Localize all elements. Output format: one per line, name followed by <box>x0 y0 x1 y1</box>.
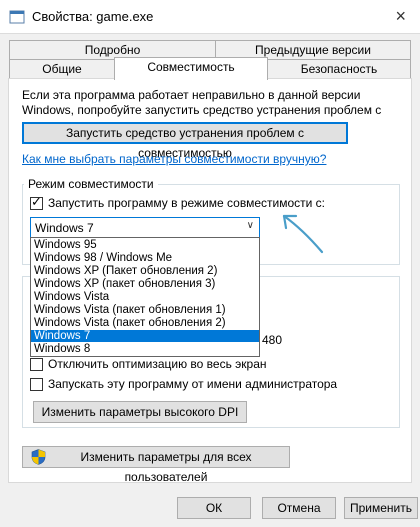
disable-fullscreen-optimization-label[interactable]: Отключить оптимизацию во весь экран <box>48 357 267 371</box>
run-as-admin-label[interactable]: Запускать эту программу от имени админис… <box>48 377 337 391</box>
compatibility-mode-checkbox[interactable]: ✓ <box>30 194 43 210</box>
apply-button[interactable]: Применить <box>344 497 418 519</box>
run-troubleshooter-button[interactable]: Запустить средство устранения проблем с … <box>22 122 348 160</box>
tab-compatibility[interactable]: Совместимость <box>114 57 268 80</box>
checkmark-icon: ✓ <box>31 194 42 209</box>
change-settings-all-users-button[interactable]: Изменить параметры для всех пользователе… <box>22 446 290 484</box>
ok-button[interactable]: ОК <box>177 497 251 519</box>
os-option[interactable]: Windows Vista (пакет обновления 2) <box>31 317 259 329</box>
os-version-dropdown-list[interactable]: Windows 95 Windows 98 / Windows Me Windo… <box>30 237 260 357</box>
os-option[interactable]: Windows Vista <box>31 291 259 303</box>
change-dpi-settings-button[interactable]: Изменить параметры высокого DPI <box>33 401 247 423</box>
close-icon[interactable]: × <box>395 6 406 26</box>
cancel-button[interactable]: Отмена <box>262 497 336 519</box>
disable-fullscreen-optimization-checkbox[interactable] <box>30 358 43 371</box>
os-option[interactable]: Windows 8 <box>31 343 259 355</box>
os-option-selected[interactable]: Windows 7 <box>31 330 259 343</box>
os-option[interactable]: Windows XP (Пакет обновления 2) <box>31 265 259 277</box>
title-bar: Свойства: game.exe × <box>0 0 420 34</box>
run-as-admin-checkbox[interactable] <box>30 378 43 391</box>
os-option[interactable]: Windows 95 <box>31 239 259 251</box>
window-title: Свойства: game.exe <box>32 9 154 24</box>
resolution-label-partial: 480 <box>262 333 283 347</box>
os-option[interactable]: Windows 98 / Windows Me <box>31 252 259 264</box>
manual-settings-link[interactable]: Как мне выбрать параметры совместимости … <box>22 152 326 166</box>
tab-security[interactable]: Безопасность <box>267 59 411 79</box>
os-version-selected-value: Windows 7 <box>35 221 94 235</box>
annotation-arrow-icon <box>282 214 324 254</box>
shield-icon <box>31 449 46 465</box>
os-option[interactable]: Windows Vista (пакет обновления 1) <box>31 304 259 316</box>
os-option[interactable]: Windows XP (пакет обновления 3) <box>31 278 259 290</box>
compatibility-mode-group-title: Режим совместимости <box>24 177 158 191</box>
tab-general[interactable]: Общие <box>9 59 115 79</box>
os-version-select[interactable]: Windows 7 ∨ <box>30 217 260 238</box>
window-icon <box>9 10 25 24</box>
chevron-down-icon: ∨ <box>246 220 254 231</box>
